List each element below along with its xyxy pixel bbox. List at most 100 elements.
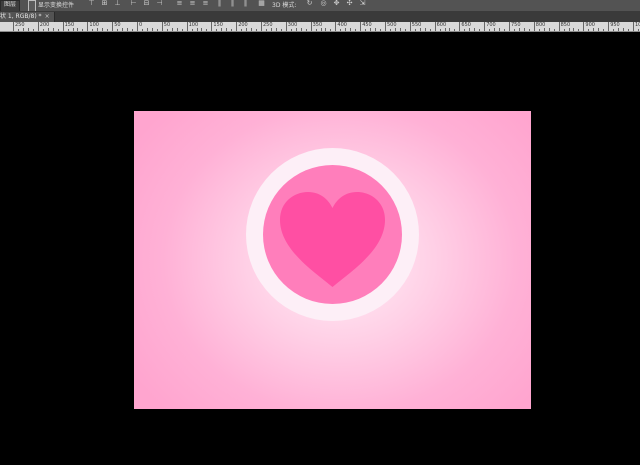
ruler-major-tick	[37, 22, 39, 31]
ruler-major-tick	[87, 22, 89, 31]
ruler-minor-tick	[117, 29, 119, 31]
ruler-major-tick	[112, 22, 114, 31]
ruler-major-tick	[558, 22, 560, 31]
ruler-minor-tick	[42, 29, 44, 31]
ruler-minor-tick	[151, 28, 153, 31]
ruler-minor-tick	[593, 28, 595, 31]
ruler-minor-tick	[270, 28, 272, 31]
ruler-minor-tick	[345, 28, 347, 31]
ruler-minor-tick	[67, 29, 69, 31]
horizontal-ruler[interactable]: 250 200 150 100 50 0 50 100 150 200 250 300 350 400 45…	[0, 22, 640, 32]
align-hcenter-icon[interactable]: ⊟	[143, 0, 150, 11]
align-right-icon[interactable]: ⊣	[156, 0, 163, 11]
ruler-major-tick	[385, 22, 386, 31]
ruler-minor-tick	[206, 29, 208, 31]
ruler-minor-tick	[141, 29, 143, 31]
show-transform-controls-label: 显示变换控件	[38, 2, 75, 9]
ruler-minor-tick	[305, 29, 307, 31]
ruler-minor-tick	[320, 28, 322, 31]
align-left-icon[interactable]: ⊢	[130, 0, 137, 11]
ruler-minor-tick	[568, 28, 570, 31]
ruler-major-tick	[261, 22, 262, 31]
ruler-major-tick	[186, 22, 188, 31]
ruler-minor-tick	[340, 29, 342, 31]
ruler-minor-tick	[380, 29, 382, 31]
distribute-vcenter-icon[interactable]: ≡	[189, 0, 196, 11]
ruler-minor-tick	[315, 29, 317, 31]
heart-icon[interactable]	[276, 190, 389, 290]
mode-3d-label: 3D 模式:	[272, 2, 297, 9]
align-bottom-icon[interactable]: ⊥	[114, 0, 121, 11]
ruler-minor-tick	[97, 28, 99, 31]
ruler-minor-tick	[469, 28, 471, 31]
ruler-minor-tick	[370, 28, 372, 31]
align-top-icon[interactable]: ⊤	[88, 0, 95, 11]
distribute-right-icon[interactable]: ∥	[242, 0, 249, 11]
ruler-major-tick	[459, 22, 461, 31]
ruler-minor-tick	[256, 29, 258, 31]
auto-select-dropdown[interactable]: 图层	[0, 0, 21, 11]
ruler-minor-tick	[518, 28, 520, 31]
document-tab-title: 状 1, RGB/8) *	[0, 13, 42, 20]
document-canvas[interactable]	[134, 111, 531, 409]
ruler-minor-tick	[17, 29, 19, 31]
ruler-minor-tick	[300, 28, 302, 31]
ruler-major-tick	[211, 22, 213, 31]
ruler-minor-tick	[523, 28, 525, 31]
ruler-minor-tick	[241, 29, 243, 31]
ruler-label: 50	[114, 22, 121, 28]
ruler-minor-tick	[280, 29, 282, 31]
ruler-minor-tick	[553, 29, 555, 31]
ruler-minor-tick	[474, 28, 476, 31]
ruler-minor-tick	[375, 28, 377, 31]
ruler-minor-tick	[92, 29, 94, 31]
ruler-minor-tick	[389, 29, 391, 31]
roll-3d-icon[interactable]: ◎	[320, 0, 327, 11]
ruler-minor-tick	[365, 29, 367, 31]
distribute-bottom-icon[interactable]: ≡	[202, 0, 209, 11]
ruler-major-tick	[13, 22, 14, 31]
orbit-3d-icon[interactable]: ↻	[306, 0, 313, 11]
slide-3d-icon[interactable]: ✣	[346, 0, 353, 11]
ruler-minor-tick	[578, 29, 580, 31]
ruler-minor-tick	[72, 28, 74, 31]
ruler-minor-tick	[176, 28, 178, 31]
pan-3d-icon[interactable]: ✥	[333, 0, 340, 11]
ruler-minor-tick	[573, 28, 575, 31]
ruler-minor-tick	[102, 28, 104, 31]
ruler-major-tick	[310, 22, 312, 31]
document-tab[interactable]: 状 1, RGB/8) * ×	[0, 12, 55, 22]
ruler-minor-tick	[246, 28, 248, 31]
ruler-minor-tick	[146, 28, 148, 31]
ruler-minor-tick	[394, 28, 396, 31]
ruler-minor-tick	[548, 28, 550, 31]
scale-3d-icon[interactable]: ⇲	[359, 0, 366, 11]
close-icon[interactable]: ×	[45, 13, 50, 20]
ruler-major-tick	[62, 22, 64, 31]
align-vcenter-icon[interactable]: ⊞	[101, 0, 108, 11]
ruler-minor-tick	[623, 28, 625, 31]
ruler-minor-tick	[628, 29, 630, 31]
ruler-minor-tick	[216, 29, 218, 31]
ruler-label: 1000	[635, 22, 640, 28]
ruler-major-tick	[285, 22, 287, 31]
inner-disc[interactable]	[263, 165, 402, 304]
ruler-minor-tick	[132, 29, 134, 31]
ruler-minor-tick	[637, 29, 639, 31]
ruler-major-tick	[633, 22, 634, 31]
show-transform-controls-checkbox[interactable]	[28, 0, 36, 11]
ruler-minor-tick	[196, 28, 198, 31]
distribute-hcenter-icon[interactable]: ∥	[229, 0, 236, 11]
ruler-major-tick	[409, 22, 411, 31]
ruler-minor-tick	[107, 29, 109, 31]
auto-align-icon[interactable]: ▦	[258, 0, 265, 11]
workspace[interactable]	[0, 32, 640, 465]
distribute-left-icon[interactable]: ∥	[216, 0, 223, 11]
ruler-minor-tick	[330, 29, 332, 31]
outer-ring[interactable]	[246, 148, 419, 321]
distribute-top-icon[interactable]: ≡	[176, 0, 183, 11]
ruler-minor-tick	[613, 29, 615, 31]
ruler-major-tick	[161, 22, 163, 31]
ruler-minor-tick	[429, 29, 431, 31]
ruler-minor-tick	[479, 29, 481, 31]
